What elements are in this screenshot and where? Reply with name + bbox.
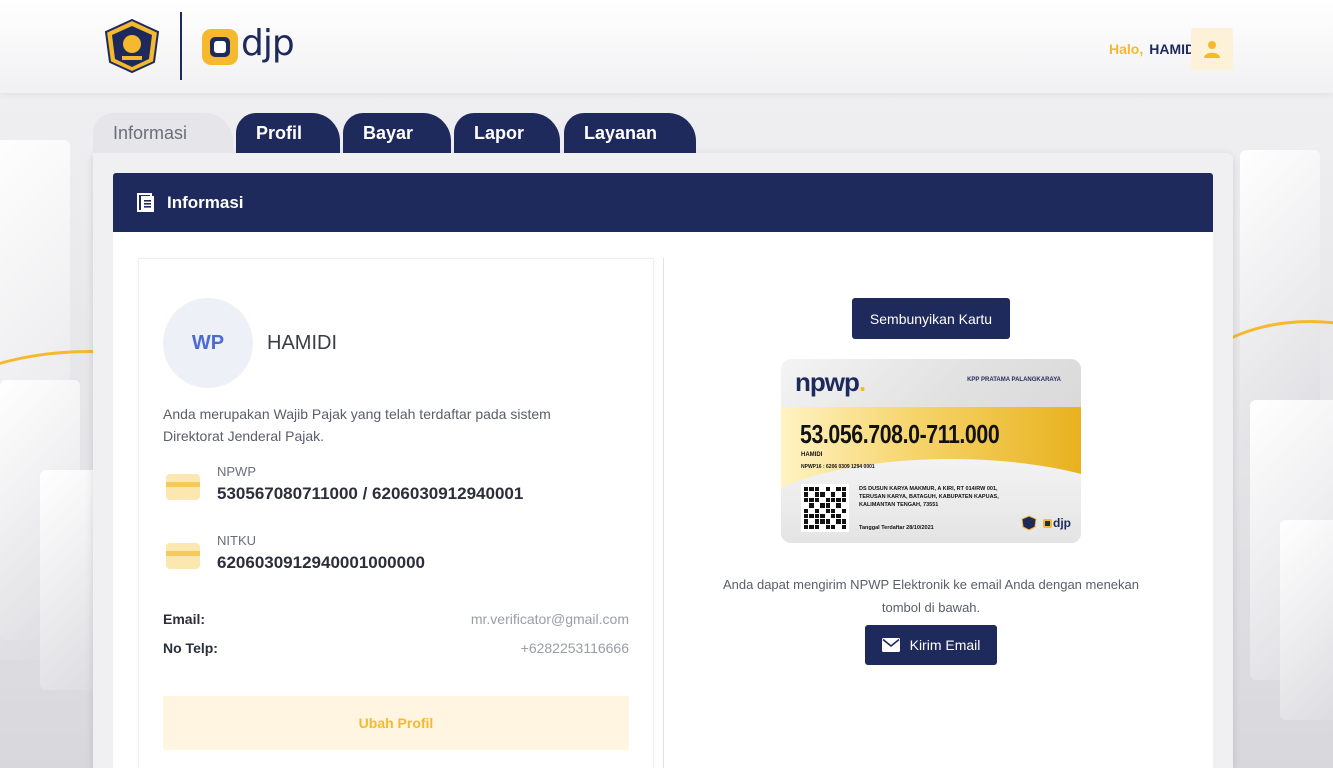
- top-header: djp Halo, HAMIDI: [0, 0, 1333, 93]
- user-menu-button[interactable]: [1191, 28, 1233, 70]
- phone-label: No Telp:: [163, 640, 218, 656]
- document-icon: [137, 192, 155, 213]
- main-panel: Informasi WP HAMIDI Anda merupakan Wajib…: [93, 153, 1233, 768]
- npwp-card-registered: Tanggal Terdaftar 28/10/2021: [859, 525, 934, 531]
- profile-card: WP HAMIDI Anda merupakan Wajib Pajak yan…: [138, 258, 654, 768]
- send-email-button[interactable]: Kirim Email: [865, 625, 997, 665]
- npwp-card-npwp16: NPWP16 : 6206 0309 1294 0001: [801, 464, 875, 470]
- npwp-card-number: 53.056.708.0-711.000: [800, 419, 1000, 449]
- email-value: mr.verificator@gmail.com: [470, 611, 629, 627]
- tab-informasi[interactable]: Informasi: [93, 113, 233, 153]
- panel-body: WP HAMIDI Anda merupakan Wajib Pajak yan…: [113, 232, 1213, 768]
- section-title: Informasi: [167, 192, 244, 212]
- user-icon: [1204, 41, 1220, 58]
- tab-label: Layanan: [584, 123, 658, 143]
- npwp-card-holder: HAMIDI: [801, 452, 823, 458]
- tab-profil[interactable]: Profil: [236, 113, 340, 153]
- column-divider: [663, 258, 664, 768]
- tab-label: Informasi: [113, 123, 188, 143]
- npwp-label: NPWP: [217, 464, 256, 479]
- edit-profile-button[interactable]: Ubah Profil: [163, 696, 629, 750]
- send-email-label: Kirim Email: [909, 637, 981, 653]
- taxpayer-description: Anda merupakan Wajib Pajak yang telah te…: [163, 406, 551, 444]
- avatar-initials: WP: [191, 331, 225, 354]
- npwp-card-brand: npwp.: [795, 367, 866, 397]
- djp-logo[interactable]: djp: [202, 23, 295, 66]
- email-label: Email:: [163, 611, 206, 627]
- phone-value: +6282253116666: [520, 640, 629, 656]
- greeting-text: Halo,: [1108, 41, 1144, 57]
- section-header: Informasi: [113, 173, 1213, 232]
- nitku-value: 6206030912940001000000: [217, 553, 426, 572]
- taxpayer-name: HAMIDI: [267, 332, 337, 354]
- kemenkeu-mini-emblem-icon: [1021, 515, 1037, 531]
- npwp-card-djp-logo: djp: [1043, 516, 1071, 530]
- email-note: Anda dapat mengirim NPWP Elektronik ke e…: [723, 577, 1139, 615]
- djp-logo-text: djp: [241, 23, 295, 64]
- npwp-card-address: DS DUSUN KARYA MAKMUR, A KIRI, RT 014/RW…: [859, 486, 999, 508]
- tab-bayar[interactable]: Bayar: [343, 113, 451, 153]
- hide-card-button[interactable]: Sembunyikan Kartu: [852, 298, 1010, 339]
- email-row: Email: mr.verificator@gmail.com: [163, 611, 629, 627]
- envelope-icon: [881, 638, 900, 652]
- tab-label: Lapor: [474, 123, 525, 143]
- credit-card-icon: [166, 543, 200, 574]
- tab-label: Profil: [256, 123, 303, 143]
- npwp-value: 530567080711000 / 6206030912940001: [217, 484, 524, 503]
- npwp-card-image: npwp. KPP PRATAMA PALANGKARAYA 53.056.70…: [781, 359, 1081, 543]
- tab-lapor[interactable]: Lapor: [454, 113, 560, 153]
- kemenkeu-emblem-icon: [102, 18, 162, 74]
- nitku-row: NITKU 6206030912940001000000: [163, 533, 603, 577]
- phone-row: No Telp: +6282253116666: [163, 640, 629, 656]
- npwp-row: NPWP 530567080711000 / 6206030912940001: [163, 464, 603, 508]
- avatar: WP: [163, 298, 253, 388]
- npwp-card-kpp: KPP PRATAMA PALANGKARAYA: [967, 377, 1061, 383]
- logo-divider: [180, 12, 182, 80]
- credit-card-icon: [166, 474, 200, 505]
- nitku-label: NITKU: [217, 533, 256, 548]
- tab-layanan[interactable]: Layanan: [564, 113, 696, 153]
- user-greeting: Halo, HAMIDI: [1109, 41, 1199, 57]
- tab-label: Bayar: [363, 123, 414, 143]
- qr-code-icon: [801, 484, 849, 532]
- npwp-card-logos: djp: [1021, 515, 1071, 531]
- djp-logo-mark-icon: [202, 29, 238, 65]
